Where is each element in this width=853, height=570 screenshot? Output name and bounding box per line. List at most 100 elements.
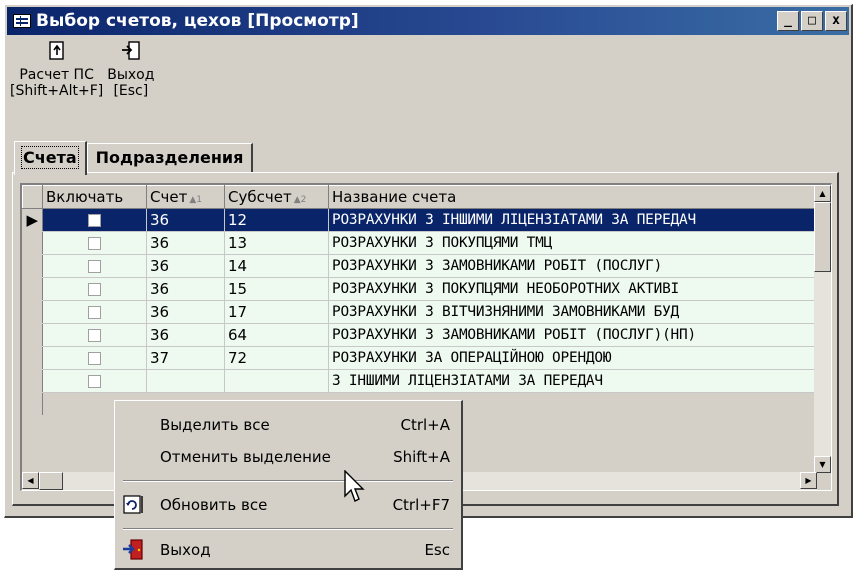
include-cell[interactable] [42,231,147,255]
include-cell[interactable] [42,300,147,324]
row-indicator [22,254,43,278]
subaccount-cell: 64 [224,323,329,347]
include-checkbox[interactable] [88,306,101,319]
menu-item-exit[interactable]: Выход Esc [118,534,458,566]
hscroll-thumb[interactable] [39,472,63,490]
include-cell[interactable] [42,208,147,232]
menu-item-refresh-all[interactable]: Обновить все Ctrl+F7 [118,489,458,521]
row-indicator [22,277,43,301]
tab-departments[interactable]: Подразделения [86,143,254,173]
account-name-cell: РОЗРАХУНКИ З ПОКУПЦЯМИ НЕОБОРОТНИХ АКТИВ… [328,277,829,301]
tab-departments-label: Подразделения [95,148,244,167]
row-indicator [22,231,43,255]
include-cell[interactable] [42,254,147,278]
calculate-button[interactable]: Расчет ПС [Shift+Alt+F] [10,41,103,137]
minimize-button[interactable]: _ [777,11,799,31]
table-app-icon [13,14,31,28]
account-cell: 37 [146,346,225,370]
toolbar: Расчет ПС [Shift+Alt+F] Выход [Esc] [7,37,849,137]
include-checkbox[interactable] [88,260,101,273]
column-header-subaccount[interactable]: Субсчет ▲2 [224,185,329,209]
include-checkbox[interactable] [88,375,101,388]
account-cell: 36 [146,277,225,301]
exit-door-icon [123,539,143,560]
column-header-account-name[interactable]: Название счета [328,185,829,209]
scroll-thumb[interactable] [814,202,831,272]
refresh-icon [123,495,143,514]
subaccount-cell: 14 [224,254,329,278]
tab-strip: Счета Подразделения [14,141,254,175]
row-indicator: ▶ [22,208,43,232]
include-cell[interactable] [42,277,147,301]
table-row[interactable]: 36 64 РОЗРАХУНКИ З ЗАМОВНИКАМИ РОБІТ (ПОСЛ… [22,323,829,347]
account-cell: 36 [146,300,225,324]
tab-accounts[interactable]: Счета [14,141,87,175]
mouse-cursor-icon [344,470,365,502]
table-row[interactable]: З ІНШИМИ ЛІЦЕНЗІАТАМИ ЗА ПЕРЕДАЧ [22,369,829,393]
include-checkbox[interactable] [88,329,101,342]
table-row[interactable]: 36 14 РОЗРАХУНКИ З ЗАМОВНИКАМИ РОБІТ (ПОСЛ… [22,254,829,278]
exit-door-icon [121,41,140,60]
title-bar[interactable]: Выбор счетов, цехов [Просмотр] _ □ x [7,7,849,35]
table-row[interactable]: 37 72 РОЗРАХУНКИ ЗА ОПЕРАЦІЙНОЮ ОРЕНДОЮ [22,346,829,370]
include-checkbox[interactable] [88,352,101,365]
account-name-cell: РОЗРАХУНКИ ЗА ОПЕРАЦІЙНОЮ ОРЕНДОЮ [328,346,829,370]
scroll-right-button[interactable]: ▶ [800,472,817,489]
account-cell [146,369,225,393]
subaccount-cell: 13 [224,231,329,255]
account-name-cell: РОЗРАХУНКИ З ЗАМОВНИКАМИ РОБІТ (ПОСЛУГ) [328,254,829,278]
window-title: Выбор счетов, цехов [Просмотр] [36,11,359,31]
table-row[interactable]: 36 13 РОЗРАХУНКИ З ПОКУПЦЯМИ ТМЦ [22,231,829,255]
calculate-label: Расчет ПС [19,67,94,83]
tab-accounts-label: Счета [21,146,79,169]
row-indicator [22,323,43,347]
account-cell: 36 [146,231,225,255]
include-cell[interactable] [42,323,147,347]
exit-button[interactable]: Выход [Esc] [107,41,154,137]
account-name-cell: РОЗРАХУНКИ З ІНШИМИ ЛІЦЕНЗІАТАМИ ЗА ПЕРЕ… [328,208,829,232]
maximize-button[interactable]: □ [801,11,823,31]
account-name-cell: РОЗРАХУНКИ З ПОКУПЦЯМИ ТМЦ [328,231,829,255]
scroll-down-button[interactable]: ▼ [814,456,831,473]
vertical-scrollbar[interactable]: ▲ ▼ [814,185,831,473]
menu-separator [123,528,453,530]
table-row[interactable]: 36 17 РОЗРАХУНКИ З ВІТЧИЗНЯНИМИ ЗАМОВНИКАМ… [22,300,829,324]
exit-shortcut: [Esc] [113,83,149,99]
account-cell: 36 [146,323,225,347]
row-indicator [22,346,43,370]
subaccount-cell: 15 [224,277,329,301]
include-checkbox[interactable] [88,237,101,250]
close-button[interactable]: x [825,11,847,31]
exit-label: Выход [107,67,155,83]
menu-item-deselect[interactable]: Отменить выделение Shift+A [118,441,458,473]
subaccount-cell: 12 [224,208,329,232]
calculate-icon [48,41,64,60]
include-cell[interactable] [42,346,147,370]
account-name-cell: РОЗРАХУНКИ З ВІТЧИЗНЯНИМИ ЗАМОВНИКАМИ БУ… [328,300,829,324]
sort-asc-icon: ▲2 [293,195,307,205]
include-cell[interactable] [42,369,147,393]
calculate-shortcut: [Shift+Alt+F] [10,83,104,99]
row-indicator [22,369,43,393]
subaccount-cell: 72 [224,346,329,370]
indicator-header [22,185,43,209]
scroll-left-button[interactable]: ◀ [22,472,39,489]
account-cell: 36 [146,208,225,232]
account-cell: 36 [146,254,225,278]
scroll-up-button[interactable]: ▲ [814,185,831,202]
context-menu: Выделить все Ctrl+A Отменить выделение S… [114,400,463,570]
sort-asc-icon: ▲1 [189,195,202,205]
menu-item-select-all[interactable]: Выделить все Ctrl+A [118,409,458,441]
menu-separator [123,480,453,482]
include-checkbox[interactable] [88,214,101,227]
subaccount-cell [224,369,329,393]
include-checkbox[interactable] [88,283,101,296]
table-row[interactable]: ▶ 36 12 РОЗРАХУНКИ З ІНШИМИ ЛІЦЕНЗІАТАМИ ЗА… [22,208,829,232]
column-header-include[interactable]: Включать [42,185,147,209]
column-header-account[interactable]: Счет ▲1 [146,185,225,209]
subaccount-cell: 17 [224,300,329,324]
accounts-table: Включать Счет ▲1 Субсчет ▲2 Название счета… [22,185,829,416]
row-indicator [22,300,43,324]
account-name-cell: З ІНШИМИ ЛІЦЕНЗІАТАМИ ЗА ПЕРЕДАЧ [328,369,829,393]
table-row[interactable]: 36 15 РОЗРАХУНКИ З ПОКУПЦЯМИ НЕОБОРОТНИХ А… [22,277,829,301]
